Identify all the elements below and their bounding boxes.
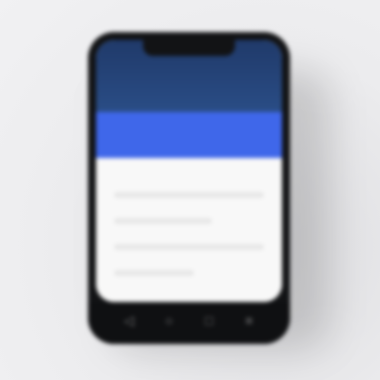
menu-icon[interactable]: ≡ (242, 314, 256, 328)
app-bar (96, 112, 282, 158)
content-placeholder-line (114, 192, 264, 198)
status-header (96, 40, 282, 112)
content-placeholder-line (114, 218, 212, 224)
recent-apps-icon[interactable]: □ (202, 314, 216, 328)
content-placeholder-line (114, 270, 194, 276)
app-content (96, 158, 282, 302)
navigation-icons: ◁ ○ □ ≡ (88, 314, 290, 328)
back-icon[interactable]: ◁ (122, 314, 136, 328)
system-navigation-bar: ◁ ○ □ ≡ (88, 302, 290, 344)
camera-notch (143, 40, 235, 56)
phone-screen (96, 40, 282, 302)
content-placeholder-line (114, 244, 264, 250)
smartphone-device: ◁ ○ □ ≡ (88, 32, 290, 344)
screenshot-stage: ◁ ○ □ ≡ (0, 0, 380, 380)
home-icon[interactable]: ○ (162, 314, 176, 328)
